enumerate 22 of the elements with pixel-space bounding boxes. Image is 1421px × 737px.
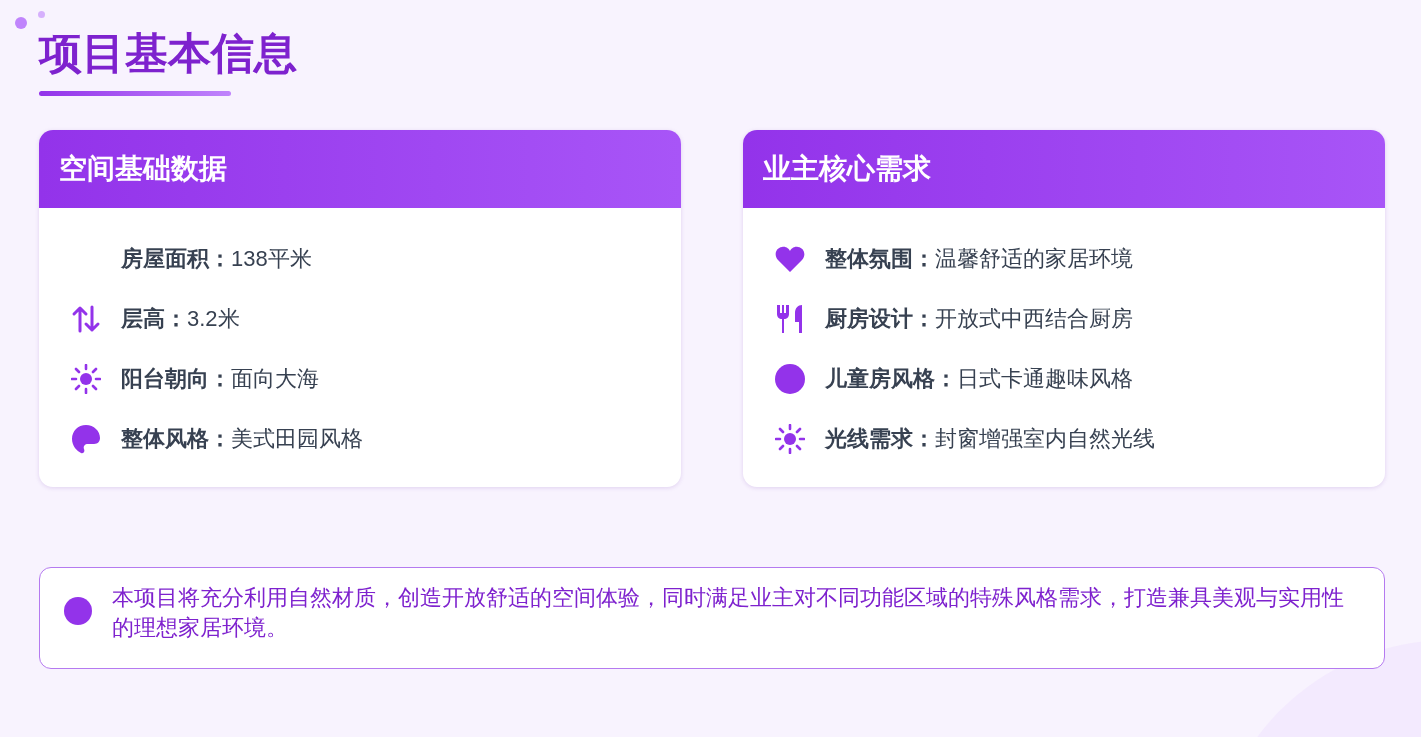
sun-icon [775, 424, 805, 454]
decor-dot [38, 11, 45, 18]
heart-icon [775, 245, 805, 273]
fork-knife-icon [775, 304, 805, 334]
circle-icon [775, 364, 805, 394]
info-text: 阳台朝向：面向大海 [121, 365, 319, 393]
sun-icon [71, 364, 101, 394]
info-text: 厨房设计：开放式中西结合厨房 [825, 305, 1133, 333]
info-text: 光线需求：封窗增强室内自然光线 [825, 425, 1155, 453]
info-text: 整体风格：美式田园风格 [121, 425, 363, 453]
up-down-arrows-icon [71, 305, 101, 333]
card-title: 空间基础数据 [59, 152, 227, 186]
summary-text: 本项目将充分利用自然材质，创造开放舒适的空间体验，同时满足业主对不同功能区域的特殊风格需求，打造兼具美观与实用性的理想家居环境。 [112, 584, 1345, 642]
info-text: 整体氛围：温馨舒适的家居环境 [825, 245, 1133, 273]
palette-icon [71, 424, 101, 454]
card-title: 业主核心需求 [763, 152, 931, 186]
info-text: 层高：3.2米 [121, 305, 240, 333]
decor-dot [15, 17, 27, 29]
circle-icon [64, 597, 92, 625]
info-text: 儿童房风格：日式卡通趣味风格 [825, 365, 1133, 393]
info-text: 房屋面积：138平米 [121, 245, 312, 273]
page-title: 项目基本信息 [39, 28, 297, 79]
